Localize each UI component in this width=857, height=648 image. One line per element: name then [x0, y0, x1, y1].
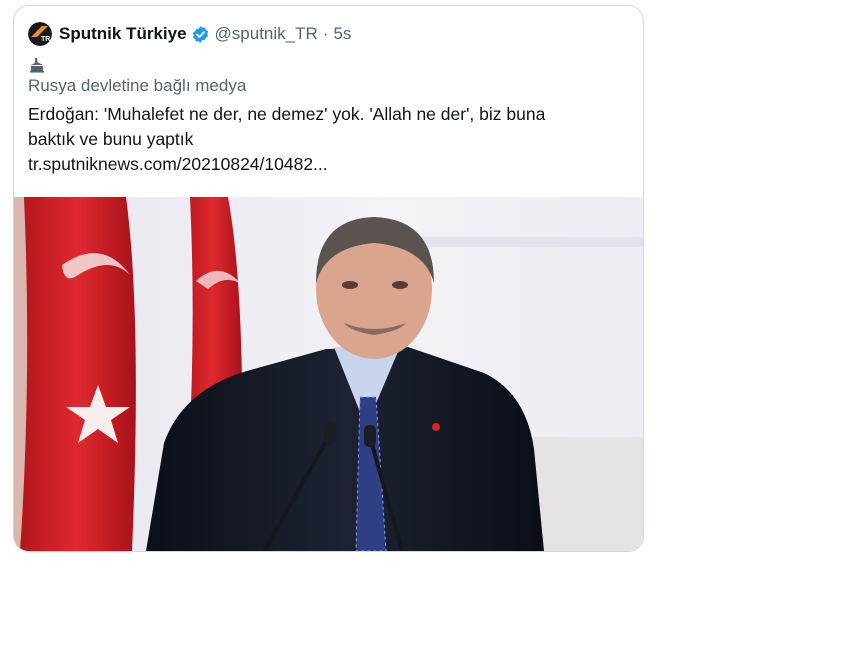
press-photo — [14, 197, 643, 551]
tweet-link[interactable]: tr.sputniknews.com/20210824/10482... — [28, 152, 628, 177]
tweet-media-image[interactable] — [14, 197, 643, 551]
user-handle[interactable]: @sputnik_TR — [215, 23, 318, 45]
tweet-text-line-1: Erdoğan: 'Muhalefet ne der, ne demez' yo… — [28, 104, 546, 124]
tweet-card[interactable]: TR Sputnik Türkiye @sputnik_TR · 5s Rusy… — [13, 5, 644, 552]
tweet-text-line-2: baktık ve bunu yaptık — [28, 129, 194, 149]
tweet-header: TR Sputnik Türkiye @sputnik_TR · 5s — [28, 22, 351, 46]
state-media-icon-row — [28, 56, 46, 74]
header-separator: · — [322, 24, 329, 43]
state-affiliated-media-label[interactable]: Rusya devletine bağlı medya — [28, 74, 246, 98]
display-name[interactable]: Sputnik Türkiye — [59, 23, 187, 45]
tweet-timestamp[interactable]: 5s — [333, 23, 351, 45]
sputnik-logo-icon[interactable]: TR — [28, 22, 52, 46]
verified-badge-icon — [192, 25, 208, 43]
avatar-badge: TR — [41, 36, 50, 43]
turkish-flag-left — [20, 197, 136, 551]
government-building-icon — [30, 58, 44, 73]
tweet-text: Erdoğan: 'Muhalefet ne der, ne demez' yo… — [28, 102, 628, 177]
